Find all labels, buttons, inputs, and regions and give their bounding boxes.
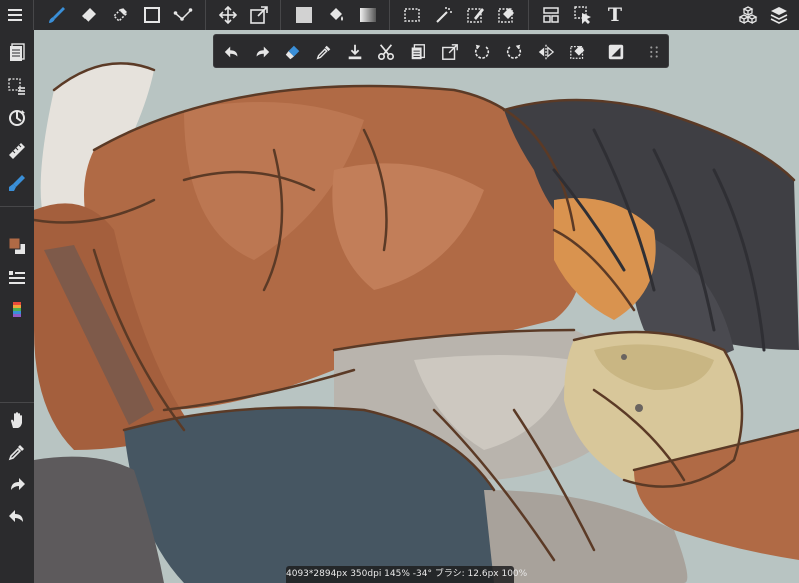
drawing-canvas[interactable]: [34, 30, 799, 583]
brush-settings-icon[interactable]: [3, 169, 31, 197]
copy-icon[interactable]: [406, 40, 430, 64]
rectangle-icon[interactable]: [140, 3, 164, 27]
bucket-icon[interactable]: [324, 3, 348, 27]
invert-icon[interactable]: [604, 40, 628, 64]
toolbar-divider: [528, 0, 529, 30]
artwork: [34, 30, 799, 583]
toolbar-divider: [280, 0, 281, 30]
layer-list-icon[interactable]: [3, 264, 31, 292]
magic-wand-icon[interactable]: [432, 3, 456, 27]
sidebar-divider: [0, 206, 34, 207]
text-icon[interactable]: T: [603, 3, 627, 27]
cut-icon[interactable]: [374, 40, 398, 64]
rotate-right-icon[interactable]: [502, 40, 526, 64]
frame-divider-icon[interactable]: [539, 3, 563, 27]
redo-icon[interactable]: [250, 40, 274, 64]
eyedropper-icon[interactable]: [3, 438, 31, 466]
deselect-icon[interactable]: [566, 40, 590, 64]
sidebar-divider: [0, 402, 34, 403]
transform-icon[interactable]: [438, 40, 462, 64]
brush-icon[interactable]: [45, 3, 69, 27]
rotate-view-icon[interactable]: [3, 104, 31, 132]
select-rect-icon[interactable]: [400, 3, 424, 27]
lasso-fill-icon[interactable]: [108, 3, 132, 27]
vector-line-icon[interactable]: [171, 3, 195, 27]
select-pen-icon[interactable]: [464, 3, 488, 27]
grip-icon[interactable]: [642, 40, 666, 64]
toolbar-divider: [33, 0, 34, 30]
color-palette-icon[interactable]: [3, 296, 31, 324]
rotate-left-icon[interactable]: [470, 40, 494, 64]
undo-icon[interactable]: [220, 40, 244, 64]
transform-icon[interactable]: [247, 3, 271, 27]
left-sidebar: [0, 30, 34, 583]
gradient-icon[interactable]: [356, 3, 380, 27]
selection-launcher-toolbar: [213, 34, 669, 68]
menu-icon[interactable]: [3, 3, 27, 27]
undo-icon[interactable]: [3, 502, 31, 530]
fill-color-icon[interactable]: [292, 3, 316, 27]
ruler-icon[interactable]: [3, 137, 31, 165]
status-bar: 4093*2894px 350dpi 145% -34° ブラシ: 12.6px…: [286, 566, 527, 583]
toolbar-divider: [389, 0, 390, 30]
material-icon[interactable]: [736, 3, 760, 27]
flip-icon[interactable]: [534, 40, 558, 64]
select-eraser-icon[interactable]: [495, 3, 519, 27]
selection-layer-icon[interactable]: [3, 72, 31, 100]
layers-icon[interactable]: [767, 3, 791, 27]
operation-icon[interactable]: [571, 3, 595, 27]
clear-icon[interactable]: [281, 40, 305, 64]
toolbar-divider: [205, 0, 206, 30]
save-icon[interactable]: [343, 40, 367, 64]
eraser-icon[interactable]: [77, 3, 101, 27]
redo-icon[interactable]: [3, 470, 31, 498]
page-manager-icon[interactable]: [3, 38, 31, 66]
move-icon[interactable]: [216, 3, 240, 27]
color-icon[interactable]: [3, 232, 31, 260]
hand-icon[interactable]: [3, 406, 31, 434]
eyedropper-icon[interactable]: [312, 40, 336, 64]
top-toolbar: T: [0, 0, 799, 30]
